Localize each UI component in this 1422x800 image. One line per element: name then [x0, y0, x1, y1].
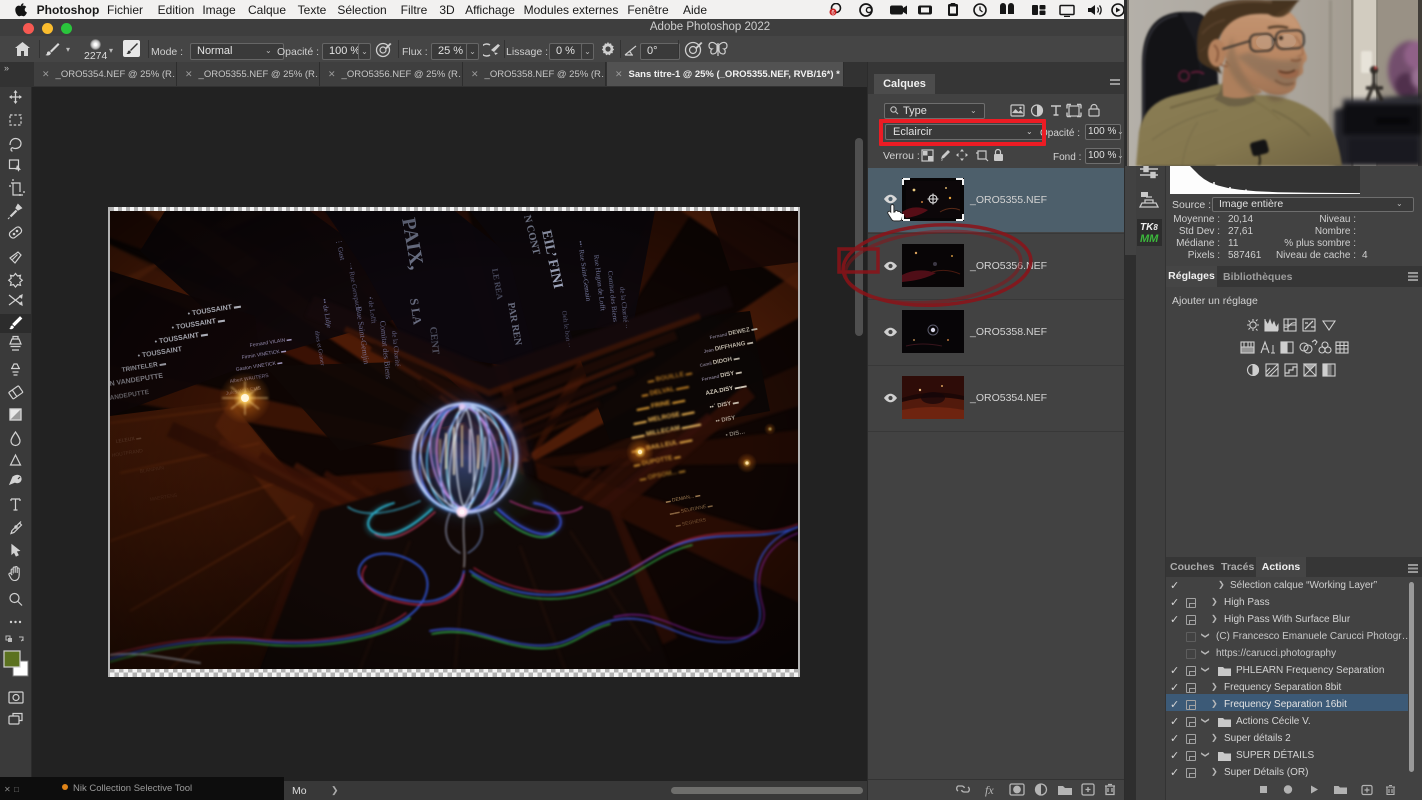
svg-text:fx: fx: [985, 783, 994, 797]
svg-text:TK8: TK8: [1140, 222, 1158, 233]
svg-text:MM: MM: [1140, 233, 1159, 245]
